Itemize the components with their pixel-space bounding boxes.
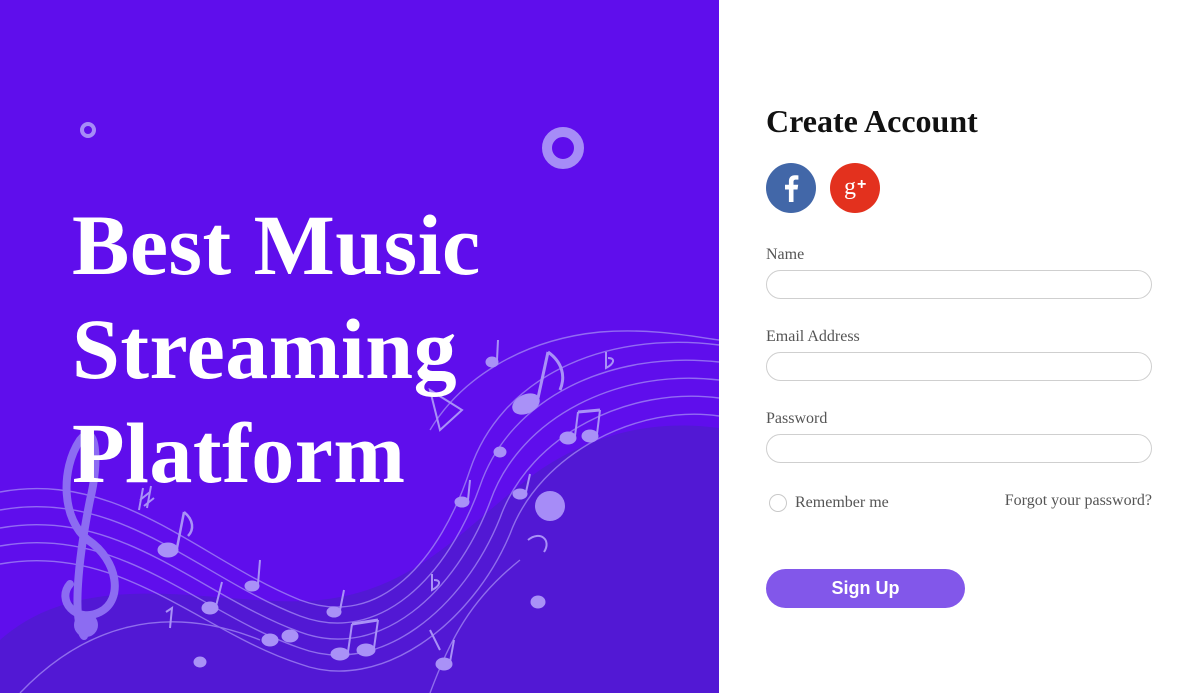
form-title: Create Account	[766, 103, 978, 139]
hero-title-line-2: Streaming	[72, 301, 458, 397]
svg-text:+: +	[857, 176, 866, 193]
google-plus-login-button[interactable]: g +	[830, 163, 880, 213]
google-plus-icon: g +	[844, 174, 866, 200]
remember-me-label: Remember me	[795, 494, 889, 511]
hero-panel: Best Music Streaming Platform	[0, 0, 719, 693]
remember-me-option[interactable]: Remember me	[769, 494, 889, 512]
hero-title: Best Music Streaming Platform	[72, 193, 632, 505]
remember-me-radio[interactable]	[769, 494, 787, 512]
password-input[interactable]	[766, 434, 1152, 463]
sign-up-button[interactable]: Sign Up	[766, 569, 965, 608]
facebook-icon	[785, 175, 799, 202]
svg-text:g: g	[844, 174, 856, 200]
forgot-password-link[interactable]: Forgot your password?	[1005, 492, 1152, 510]
name-label: Name	[766, 246, 805, 263]
facebook-login-button[interactable]	[766, 163, 816, 213]
email-label: Email Address	[766, 328, 860, 345]
signup-form-panel: Create Account g + Name Email Address Pa…	[719, 0, 1195, 693]
name-input[interactable]	[766, 270, 1152, 299]
hero-title-line-1: Best Music	[72, 197, 481, 293]
email-input[interactable]	[766, 352, 1152, 381]
hero-title-line-3: Platform	[72, 405, 406, 501]
password-label: Password	[766, 410, 828, 427]
